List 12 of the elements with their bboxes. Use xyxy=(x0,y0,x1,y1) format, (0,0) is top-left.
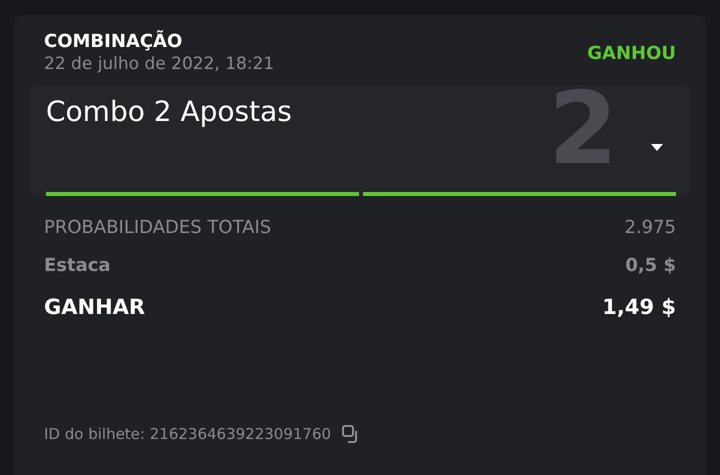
combo-title: Combo 2 Apostas xyxy=(46,95,293,128)
summary-value: 2.975 xyxy=(624,216,676,238)
caret-icon[interactable] xyxy=(650,143,664,152)
summary-value: 0,5 $ xyxy=(625,254,676,276)
summary-label: PROBABILIDADES TOTAIS xyxy=(44,216,272,238)
bet-type: COMBINAÇÃO xyxy=(44,31,184,53)
bet-date: 22 de julho de 2022, 18:21 xyxy=(44,53,274,75)
bet-status: GANHOU xyxy=(587,42,676,64)
ticket-id: ID do bilhete: 2162364639223091760 xyxy=(44,425,332,443)
summary-label: GANHAR xyxy=(44,295,146,319)
summary-value: 1,49 $ xyxy=(602,295,676,319)
summary-label: Estaca xyxy=(44,254,111,276)
